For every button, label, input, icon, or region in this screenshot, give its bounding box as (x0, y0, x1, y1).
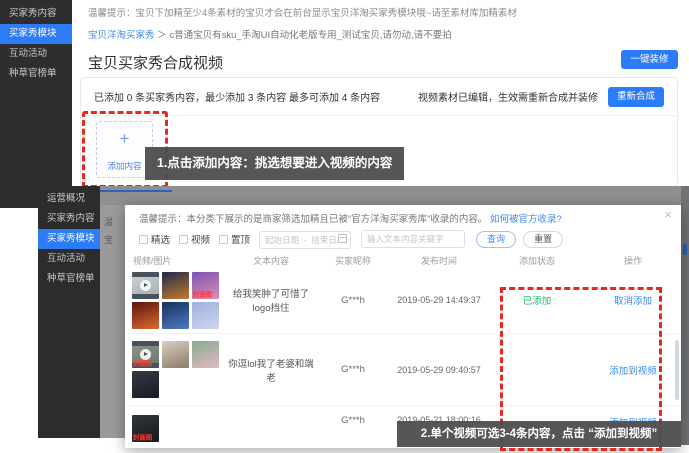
image-thumbnail[interactable] (162, 272, 189, 299)
image-thumbnail[interactable] (162, 302, 189, 329)
w1-warm-tip: 温馨提示：宝贝下加精至少4条素材的宝贝才会在前台显示宝贝洋淘买家秀模块哦~请至素… (88, 5, 517, 19)
filter-pinned-label: 置顶 (231, 232, 250, 246)
play-icon (140, 280, 151, 291)
keyword-search-input[interactable] (361, 230, 465, 248)
image-thumbnail[interactable] (162, 341, 189, 368)
w2-sidebar-item-buyer-show-module[interactable]: 买家秀模块 (38, 229, 100, 249)
row-publish-time: 2019-05-29 14:49:37 (389, 295, 489, 305)
tutorial-tooltip-1: 1.点击添加内容：挑选想要进入视频的内容 (145, 147, 404, 180)
one-key-decorate-button[interactable]: 一键装修 (621, 50, 678, 69)
w2-dimmed-right-strip (681, 186, 689, 445)
w2-dimmed-content-strip: 温 宝 (100, 205, 125, 438)
row-publish-time: 2019-05-29 09:40:57 (389, 365, 489, 375)
thumbnail-grid: 封面图 (132, 415, 222, 442)
cover-badge: 封面图 (193, 291, 212, 297)
content-picker-modal: × 温馨提示：本分类下展示的是商家筛选加精且已被“官方洋淘买家秀库”收录的内容。… (125, 205, 681, 448)
w2-ghost-text: 温 (104, 215, 113, 228)
regenerate-button[interactable]: 重新合成 (608, 87, 664, 107)
calendar-icon (338, 234, 347, 243)
w2-sidebar: 运营概况 买家秀内容 买家秀模块 互动活动 种草官榜单 (38, 186, 100, 438)
w2-dimmed-blue-mark (683, 244, 687, 255)
close-icon[interactable]: × (664, 208, 672, 221)
thumbnail-grid: 封面图 (132, 272, 222, 329)
row-nickname: G***h (317, 406, 389, 426)
page-title: 宝贝买家秀合成视频 (88, 52, 223, 73)
modal-tip: 温馨提示：本分类下展示的是商家筛选加精且已被“官方洋淘买家秀库”收录的内容。 如… (139, 211, 562, 225)
sidebar-item-buyer-show-module[interactable]: 买家秀模块 (0, 24, 72, 44)
checkbox-icon[interactable] (179, 235, 188, 244)
w2-dimmed-header (100, 186, 689, 205)
breadcrumb-link[interactable]: 宝贝洋淘买家秀 (88, 30, 155, 41)
w2-active-tab-underline (100, 190, 172, 192)
filter-video-label: 视频 (191, 232, 210, 246)
video-thumbnail[interactable]: 封面图 (132, 341, 159, 368)
w1-sidebar: 买家秀内容 买家秀模块 互动活动 种草官榜单 (0, 0, 72, 208)
row-text: 给我笑肿了可惜了logo挡住 (225, 286, 317, 314)
filter-featured-label: 精选 (151, 232, 170, 246)
card-header: 已添加 0 条买家秀内容，最少添加 3 条内容 最多可添加 4 条内容 视频素材… (81, 78, 677, 116)
image-thumbnail[interactable]: 封面图 (132, 415, 159, 442)
query-button[interactable]: 查询 (476, 231, 516, 248)
regen-hint-text: 视频素材已编辑，生效需重新合成并装修 (418, 89, 598, 104)
row-text (225, 406, 317, 415)
filter-pinned[interactable]: 置顶 (219, 232, 250, 246)
play-icon (140, 349, 151, 360)
sidebar-item-buyer-show-content[interactable]: 买家秀内容 (0, 4, 72, 24)
tutorial-tooltip-2: 2.单个视频可选3-4条内容，点击 “添加到视频” (397, 421, 681, 447)
reset-button[interactable]: 重置 (523, 231, 563, 248)
thumbnail-grid: 封面图 (132, 341, 222, 398)
w2-sidebar-item-overview[interactable]: 运营概况 (38, 189, 100, 209)
cover-badge: 封面图 (133, 361, 152, 367)
filter-featured[interactable]: 精选 (139, 232, 170, 246)
w2-sidebar-item-interactive-activity[interactable]: 互动活动 (38, 249, 100, 269)
image-thumbnail[interactable]: 封面图 (192, 272, 219, 299)
video-thumbnail[interactable] (132, 272, 159, 299)
breadcrumb-separator: ＞ (157, 30, 167, 41)
modal-tip-text: 温馨提示：本分类下展示的是商家筛选加精且已被“官方洋淘买家秀库”收录的内容。 (139, 214, 487, 225)
how-to-be-included-link[interactable]: 如何被官方收录? (490, 214, 562, 225)
breadcrumb: 宝贝洋淘买家秀 ＞ c普通宝贝有sku_手淘UI自动化老版专用_测试宝贝,请勿动… (88, 27, 452, 41)
row-text: 你逗lol我了老婆和端老 (225, 356, 317, 384)
image-thumbnail[interactable] (132, 302, 159, 329)
cover-badge: 封面图 (133, 435, 152, 441)
image-thumbnail[interactable] (192, 302, 219, 329)
image-thumbnail[interactable] (132, 371, 159, 398)
added-count-text: 已添加 0 条买家秀内容，最少添加 3 条内容 最多可添加 4 条内容 (94, 89, 380, 104)
image-thumbnail[interactable] (192, 341, 219, 368)
w2-sidebar-item-buyer-show-content[interactable]: 买家秀内容 (38, 209, 100, 229)
row-nickname: G***h (317, 364, 389, 375)
checkbox-icon[interactable] (219, 235, 228, 244)
filter-toolbar: 精选 视频 置顶 查询 重置 (139, 230, 570, 248)
modal-scrollbar[interactable] (675, 340, 679, 400)
checkbox-icon[interactable] (139, 235, 148, 244)
screenshot-stage: 买家秀内容 买家秀模块 互动活动 种草官榜单 温馨提示：宝贝下加精至少4条素材的… (0, 0, 689, 453)
sidebar-item-grass-ranking[interactable]: 种草官榜单 (0, 64, 72, 84)
breadcrumb-current: c普通宝贝有sku_手淘UI自动化老版专用_测试宝贝,请勿动,请不要拍 (169, 30, 451, 41)
w2-sidebar-item-grass-ranking[interactable]: 种草官榜单 (38, 269, 100, 289)
row-nickname: G***h (317, 295, 389, 306)
sidebar-item-interactive-activity[interactable]: 互动活动 (0, 44, 72, 64)
w2-ghost-text: 宝 (104, 233, 113, 246)
filter-video[interactable]: 视频 (179, 232, 210, 246)
